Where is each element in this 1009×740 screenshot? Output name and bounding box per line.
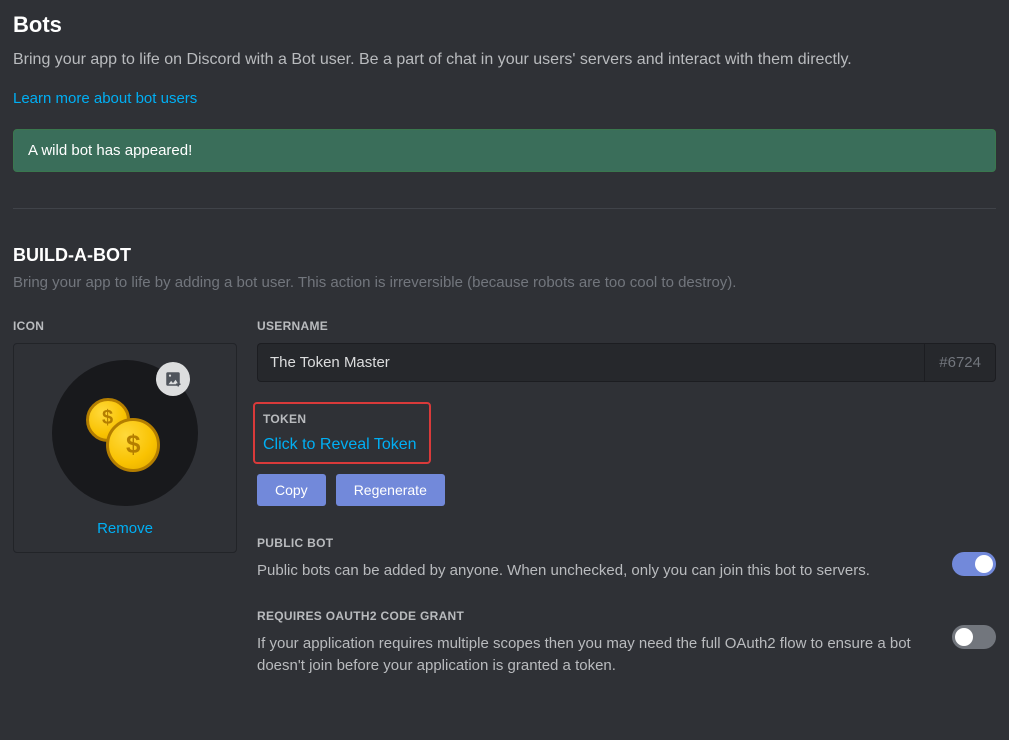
page-description: Bring your app to life on Discord with a… — [13, 48, 996, 72]
page-title: Bots — [13, 0, 996, 38]
public-bot-label: PUBLIC BOT — [257, 536, 916, 550]
remove-icon-button[interactable]: Remove — [97, 520, 153, 545]
public-bot-toggle[interactable] — [952, 552, 996, 576]
oauth2-description: If your application requires multiple sc… — [257, 633, 916, 678]
alert-success: A wild bot has appeared! — [13, 129, 996, 172]
oauth2-label: REQUIRES OAUTH2 CODE GRANT — [257, 609, 916, 623]
token-section: TOKEN Click to Reveal Token — [253, 402, 431, 464]
oauth2-setting: REQUIRES OAUTH2 CODE GRANT If your appli… — [257, 609, 996, 678]
copy-button[interactable]: Copy — [257, 474, 326, 506]
coins-icon — [82, 398, 168, 468]
icon-label: ICON — [13, 319, 237, 333]
upload-image-icon[interactable] — [156, 362, 190, 396]
build-a-bot-description: Bring your app to life by adding a bot u… — [13, 274, 996, 291]
bot-avatar[interactable] — [52, 360, 198, 506]
discriminator: #6724 — [924, 343, 996, 382]
divider — [13, 208, 996, 209]
regenerate-button[interactable]: Regenerate — [336, 474, 445, 506]
learn-more-link[interactable]: Learn more about bot users — [13, 90, 197, 107]
icon-card: Remove — [13, 343, 237, 553]
public-bot-description: Public bots can be added by anyone. When… — [257, 560, 916, 583]
username-label: USERNAME — [257, 319, 996, 333]
public-bot-setting: PUBLIC BOT Public bots can be added by a… — [257, 536, 996, 583]
token-label: TOKEN — [263, 412, 417, 426]
build-a-bot-title: BUILD-A-BOT — [13, 245, 996, 266]
reveal-token-button[interactable]: Click to Reveal Token — [259, 436, 417, 454]
username-input[interactable] — [257, 343, 924, 382]
oauth2-toggle[interactable] — [952, 625, 996, 649]
